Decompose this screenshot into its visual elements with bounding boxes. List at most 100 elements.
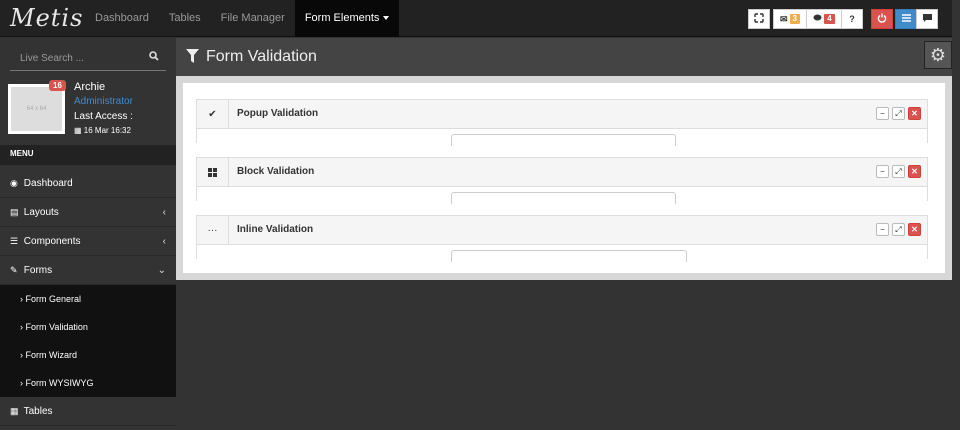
sidebar-item-label: Tables (23, 406, 53, 417)
sidebar-item-label: Layouts (23, 207, 59, 218)
box-popup-validation: ✔ Popup Validation − ⤢ ✕ (196, 99, 928, 146)
nav-link-form-elements[interactable]: Form Elements (294, 0, 400, 37)
close-icon: ✕ (911, 225, 918, 234)
form-field[interactable] (451, 250, 687, 262)
logout-button[interactable] (871, 9, 893, 29)
mail-button[interactable]: ✉ 3 (773, 9, 807, 29)
pencil-icon: ✎ (10, 265, 18, 275)
fullscreen-group (748, 9, 770, 29)
expand-icon: ⤢ (895, 108, 902, 118)
sidebar-item-forms[interactable]: ✎ Forms ⌄ (0, 256, 176, 285)
submenu-item-label: Form Validation (25, 322, 88, 332)
expand-button[interactable]: ⤢ (892, 165, 905, 178)
content-panel: ✔ Popup Validation − ⤢ ✕ Block Validatio… (183, 83, 945, 273)
close-button[interactable]: ✕ (908, 107, 921, 120)
minus-icon: − (880, 167, 885, 176)
dashboard-icon: ◉ (10, 178, 18, 188)
box-tools: − ⤢ ✕ (876, 165, 921, 178)
close-button[interactable]: ✕ (908, 223, 921, 236)
sidebar-item-components[interactable]: ☰ Components ‹ (0, 227, 176, 256)
chat-toggle-button[interactable] (916, 9, 938, 29)
collapse-button[interactable]: − (876, 223, 889, 236)
submenu-item-form-wizard[interactable]: › Form Wizard (0, 341, 176, 369)
submenu-item-label: Form General (25, 294, 82, 304)
comments-button[interactable]: 4 (806, 9, 842, 29)
avatar[interactable]: 64 x 64 (8, 84, 65, 134)
expand-button[interactable]: ⤢ (892, 223, 905, 236)
close-icon: ✕ (911, 167, 918, 176)
submenu-item-label: Form Wizard (25, 350, 78, 360)
collapse-button[interactable]: − (876, 165, 889, 178)
nav-links: Dashboard Tables File Manager Form Eleme… (85, 0, 400, 37)
menu-header: MENU (0, 145, 176, 165)
form-field[interactable] (451, 192, 676, 204)
gears-icon: ⚙ (929, 44, 947, 65)
collapse-button[interactable]: − (876, 107, 889, 120)
search-icon[interactable] (149, 51, 159, 64)
content-wrapper: ✔ Popup Validation − ⤢ ✕ Block Validatio… (176, 76, 952, 280)
sidebar-item-tables[interactable]: ▦ Tables (0, 397, 176, 426)
sidebar: 64 x 64 16 Archie Administrator Last Acc… (0, 38, 176, 430)
top-navbar: Metis Dashboard Tables File Manager Form… (0, 0, 952, 37)
box-inline-validation: ··· Inline Validation − ⤢ ✕ (196, 215, 928, 262)
nav-link-dashboard[interactable]: Dashboard (85, 0, 159, 37)
form-field[interactable] (451, 134, 676, 146)
fullscreen-button[interactable] (748, 9, 770, 29)
check-icon: ✔ (197, 100, 229, 128)
components-icon: ☰ (10, 236, 19, 246)
brand-logo[interactable]: Metis (10, 4, 83, 32)
menu-toggle-button[interactable] (895, 9, 917, 29)
sidebar-item-label: Forms (23, 265, 53, 276)
power-group (871, 9, 893, 29)
fullscreen-icon (754, 13, 764, 25)
help-button[interactable]: ? (841, 9, 863, 29)
search-input[interactable] (10, 47, 140, 69)
last-access-label: Last Access : (74, 111, 133, 122)
bars-icon (901, 14, 911, 24)
box-tools: − ⤢ ✕ (876, 107, 921, 120)
comment-icon (922, 14, 932, 24)
box-body (197, 245, 927, 262)
comments-count-badge: 4 (824, 14, 835, 24)
sidebar-menu: ◉ Dashboard ▤ Layouts ‹ ☰ Components ‹ ✎… (0, 169, 176, 426)
user-name: Archie (74, 81, 106, 93)
comments-icon (813, 14, 822, 24)
envelope-icon: ✉ (780, 13, 788, 24)
submenu-item-form-wysiwyg[interactable]: › Form WYSIWYG (0, 369, 176, 397)
minus-icon: − (880, 109, 885, 118)
submenu-item-form-validation[interactable]: › Form Validation (0, 313, 176, 341)
last-access-date-text: 16 Mar 16:32 (83, 126, 131, 135)
calendar-icon: ▦ (74, 126, 82, 135)
close-button[interactable]: ✕ (908, 165, 921, 178)
help-label: ? (849, 14, 855, 24)
sidebar-item-label: Dashboard (23, 178, 73, 189)
ellipsis-icon: ··· (197, 216, 229, 244)
box-block-validation: Block Validation − ⤢ ✕ (196, 157, 928, 204)
expand-icon: ⤢ (895, 224, 902, 234)
chevron-left-icon: ‹ (162, 207, 166, 218)
box-title: Inline Validation (237, 224, 314, 235)
last-access-date: ▦ 16 Mar 16:32 (74, 126, 131, 135)
avatar-placeholder: 64 x 64 (11, 87, 62, 131)
angle-right-icon: › (20, 378, 23, 388)
forms-submenu: › Form General › Form Validation › Form … (0, 285, 176, 397)
settings-button[interactable]: ⚙ (924, 41, 952, 69)
layouts-icon: ▤ (10, 207, 19, 217)
expand-button[interactable]: ⤢ (892, 107, 905, 120)
nav-link-file-manager[interactable]: File Manager (211, 0, 295, 37)
live-search (10, 47, 166, 71)
box-header: Block Validation − ⤢ ✕ (197, 158, 927, 187)
nav-link-tables[interactable]: Tables (159, 0, 211, 37)
box-body (197, 187, 927, 204)
box-tools: − ⤢ ✕ (876, 223, 921, 236)
user-role[interactable]: Administrator (74, 96, 133, 107)
sidebar-item-layouts[interactable]: ▤ Layouts ‹ (0, 198, 176, 227)
angle-right-icon: › (20, 322, 23, 332)
sidebar-item-label: Components (23, 236, 81, 247)
submenu-item-form-general[interactable]: › Form General (0, 285, 176, 313)
angle-right-icon: › (20, 294, 23, 304)
notification-badge: 16 (49, 80, 66, 91)
sidebar-item-dashboard[interactable]: ◉ Dashboard (0, 169, 176, 198)
page-header: Form Validation ⚙ (176, 38, 952, 76)
table-icon: ▦ (10, 406, 19, 416)
